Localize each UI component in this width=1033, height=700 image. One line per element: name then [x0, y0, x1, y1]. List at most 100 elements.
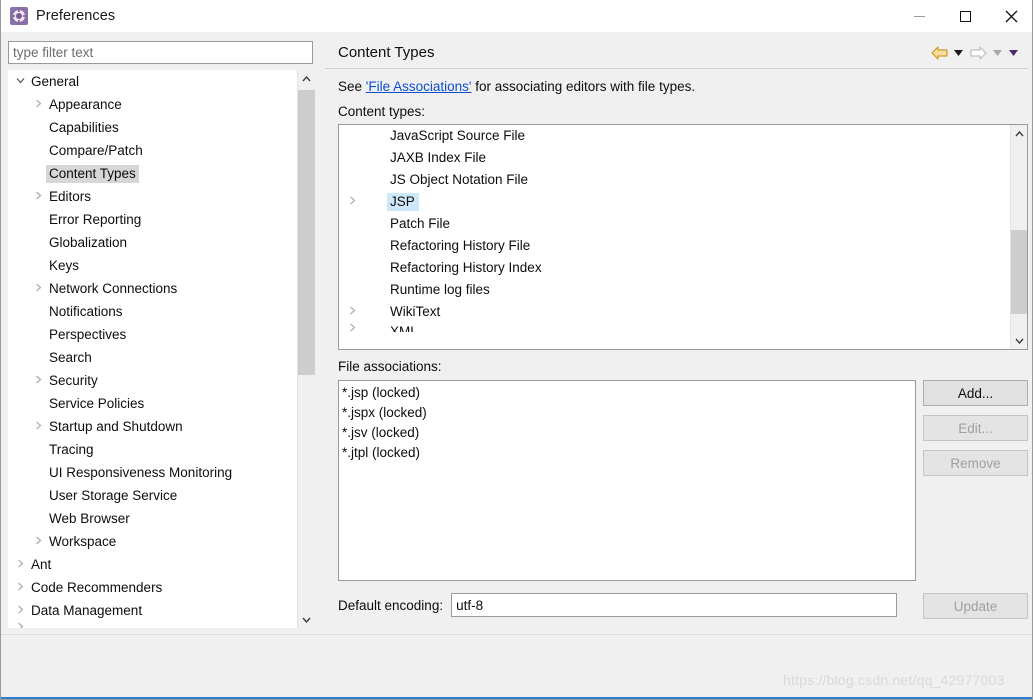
content-type-row[interactable]: JSP — [339, 191, 1027, 213]
content-type-row[interactable]: Runtime log files — [339, 279, 1027, 301]
sidebar-item-capabilities[interactable]: Capabilities — [8, 116, 314, 139]
sidebar-item-keys[interactable]: Keys — [8, 254, 314, 277]
minimize-button[interactable] — [896, 0, 942, 32]
update-button[interactable]: Update — [923, 593, 1028, 619]
chevron-right-icon[interactable] — [12, 622, 28, 628]
sidebar-item-label: Perspectives — [49, 326, 127, 342]
gear-icon — [10, 7, 28, 25]
content-type-row[interactable]: JAXB Index File — [339, 147, 1027, 169]
content-types-scrollbar-thumb[interactable] — [1011, 230, 1027, 314]
scroll-up-icon[interactable] — [298, 70, 315, 87]
content-type-row[interactable]: Refactoring History File — [339, 235, 1027, 257]
chevron-right-icon[interactable] — [12, 582, 28, 594]
view-menu-chevron-down-icon[interactable] — [1007, 43, 1020, 63]
sidebar-item-label: UI Responsiveness Monitoring — [49, 464, 233, 480]
sidebar-item-code-recommenders[interactable]: Code Recommenders — [8, 576, 314, 599]
tree-scrollbar[interactable] — [297, 70, 315, 628]
chevron-right-icon[interactable] — [30, 421, 46, 433]
scroll-down-icon[interactable] — [298, 611, 315, 628]
chevron-right-icon[interactable] — [30, 191, 46, 203]
preference-tree[interactable]: General Appearance Capabilities Compare/Pat… — [8, 70, 314, 628]
chevron-right-icon[interactable] — [30, 375, 46, 387]
sidebar-item-perspectives[interactable]: Perspectives — [8, 323, 314, 346]
chevron-right-icon[interactable] — [345, 196, 359, 208]
sidebar-item-data-management[interactable]: Data Management — [8, 599, 314, 622]
scroll-up-icon[interactable] — [1011, 125, 1027, 142]
page-header: Content Types — [325, 36, 1028, 69]
content-type-row[interactable]: WikiText — [339, 301, 1027, 323]
sidebar-item-label: Ant — [31, 556, 52, 572]
chevron-right-icon[interactable] — [30, 99, 46, 111]
sidebar-item-user-storage-service[interactable]: User Storage Service — [8, 484, 314, 507]
sidebar-item-notifications[interactable]: Notifications — [8, 300, 314, 323]
close-icon[interactable] — [988, 0, 1032, 32]
content-type-label: JavaScript Source File — [390, 128, 526, 143]
tree-scrollbar-thumb[interactable] — [298, 90, 315, 375]
sidebar-item-network-connections[interactable]: Network Connections — [8, 277, 314, 300]
sidebar-item-startup-and-shutdown[interactable]: Startup and Shutdown — [8, 415, 314, 438]
chevron-right-icon[interactable] — [12, 559, 28, 571]
add-button[interactable]: Add... — [923, 380, 1028, 406]
forward-arrow-icon[interactable] — [968, 43, 988, 63]
content-type-label: Refactoring History Index — [390, 260, 542, 275]
window-controls — [896, 0, 1032, 32]
chevron-right-icon[interactable] — [12, 605, 28, 617]
file-association-row[interactable]: *.jspx (locked) — [342, 403, 912, 423]
content-type-row[interactable]: XML — [339, 323, 1027, 332]
content-type-row[interactable]: JS Object Notation File — [339, 169, 1027, 191]
content-types-label: Content types: — [338, 104, 426, 119]
sidebar-item-globalization[interactable]: Globalization — [8, 231, 314, 254]
file-associations-link[interactable]: 'File Associations' — [366, 79, 472, 94]
sidebar-item-workspace[interactable]: Workspace — [8, 530, 314, 553]
maximize-button[interactable] — [942, 0, 988, 32]
file-association-row[interactable]: *.jtpl (locked) — [342, 443, 912, 463]
file-association-row[interactable]: *.jsv (locked) — [342, 423, 912, 443]
sidebar-item-editors[interactable]: Editors — [8, 185, 314, 208]
sidebar-item-compare-patch[interactable]: Compare/Patch — [8, 139, 314, 162]
sidebar-item-label: Service Policies — [49, 395, 145, 411]
file-associations-list[interactable]: *.jsp (locked) *.jspx (locked) *.jsv (lock… — [338, 380, 916, 581]
sidebar-item-content-types[interactable]: Content Types — [8, 162, 314, 185]
sidebar-item-error-reporting[interactable]: Error Reporting — [8, 208, 314, 231]
chevron-right-icon[interactable] — [30, 283, 46, 295]
chevron-right-icon[interactable] — [345, 323, 359, 332]
chevron-right-icon[interactable] — [30, 536, 46, 548]
content-type-label: JAXB Index File — [390, 150, 487, 165]
sidebar-item-general[interactable]: General — [8, 70, 314, 93]
sidebar-item-service-policies[interactable]: Service Policies — [8, 392, 314, 415]
page-description: See 'File Associations' for associating … — [338, 79, 1028, 94]
sidebar-item-tracing[interactable]: Tracing — [8, 438, 314, 461]
sidebar-item-ui-responsiveness-monitoring[interactable]: UI Responsiveness Monitoring — [8, 461, 314, 484]
file-association-row[interactable]: *.jsp (locked) — [342, 383, 912, 403]
content-type-label: XML — [390, 324, 418, 332]
sidebar-item-appearance[interactable]: Appearance — [8, 93, 314, 116]
content-type-row[interactable]: Refactoring History Index — [339, 257, 1027, 279]
back-history-chevron-down-icon[interactable] — [952, 43, 965, 63]
sidebar-item-partial[interactable] — [8, 622, 314, 628]
dialog-footer: ? OK Cancel — [1, 635, 1032, 697]
content-type-label: JS Object Notation File — [390, 172, 529, 187]
content-type-row[interactable]: Patch File — [339, 213, 1027, 235]
sidebar-item-ant[interactable]: Ant — [8, 553, 314, 576]
window-title: Preferences — [36, 8, 116, 24]
file-associations-label: File associations: — [338, 359, 442, 374]
scroll-down-icon[interactable] — [1011, 332, 1027, 349]
sidebar-item-search[interactable]: Search — [8, 346, 314, 369]
search-input[interactable] — [8, 41, 313, 64]
sidebar-item-security[interactable]: Security — [8, 369, 314, 392]
sidebar-item-label: Appearance — [49, 96, 122, 112]
chevron-right-icon[interactable] — [345, 306, 359, 318]
chevron-down-icon[interactable] — [12, 76, 28, 87]
forward-history-chevron-down-icon[interactable] — [991, 43, 1004, 63]
content-type-label: Runtime log files — [390, 282, 490, 297]
remove-button[interactable]: Remove — [923, 450, 1028, 476]
back-arrow-icon[interactable] — [929, 43, 949, 63]
content-type-row[interactable]: JavaScript Source File — [339, 125, 1027, 147]
content-type-label: WikiText — [390, 304, 441, 319]
sidebar-item-web-browser[interactable]: Web Browser — [8, 507, 314, 530]
content-types-scrollbar[interactable] — [1010, 125, 1027, 349]
default-encoding-input[interactable] — [451, 593, 898, 617]
default-encoding-row: Default encoding: Update — [338, 593, 1028, 619]
content-types-list[interactable]: JavaScript Source File JAXB Index File JS … — [338, 124, 1028, 350]
edit-button[interactable]: Edit... — [923, 415, 1028, 441]
